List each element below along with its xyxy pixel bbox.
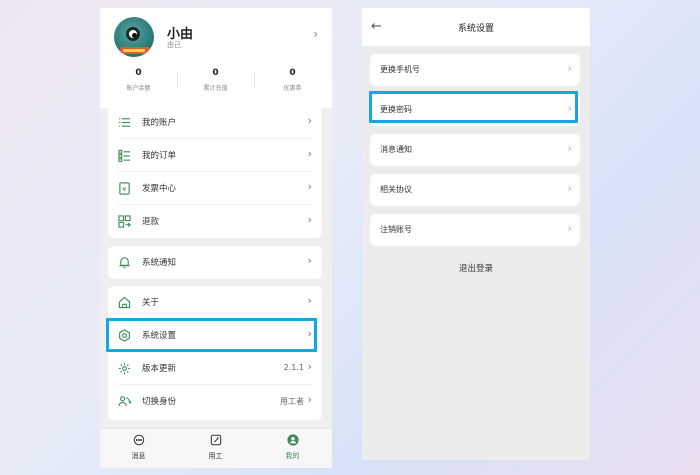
profile-screen: 小由 由己 › 0 账户余额 0 累计充值 0 优惠券 我的账户 › 我的订单 … bbox=[100, 8, 332, 468]
menu-item-system-settings[interactable]: 系统设置 › bbox=[108, 319, 322, 352]
tab-label: 消息 bbox=[131, 452, 146, 460]
nav-bar: ← 系统设置 bbox=[362, 8, 590, 46]
update-icon bbox=[118, 362, 131, 375]
setting-change-password[interactable]: 更换密码 › bbox=[370, 94, 580, 126]
menu-group-system: 关于 › 系统设置 › 版本更新 2.1.1 › 切换身份 用工者 › bbox=[108, 286, 322, 420]
invoice-icon: ¥ bbox=[119, 182, 130, 195]
menu-item-label: 版本更新 bbox=[142, 364, 177, 374]
menu-item-refund[interactable]: 退款 › bbox=[108, 205, 322, 238]
stat-value: 0 bbox=[135, 68, 142, 78]
chevron-right-icon: › bbox=[307, 213, 312, 226]
user-subtitle: 由己 bbox=[167, 41, 181, 49]
chevron-right-icon: › bbox=[567, 102, 572, 115]
logout-button[interactable]: 退出登录 bbox=[362, 262, 590, 274]
bottom-tab-bar: 消息 用工 我的 bbox=[100, 428, 332, 468]
switch-identity-icon bbox=[118, 396, 131, 407]
menu-item-label: 关于 bbox=[142, 298, 160, 308]
tab-mine[interactable]: 我的 bbox=[254, 434, 331, 461]
stat-coupons[interactable]: 0 优惠券 bbox=[254, 68, 331, 92]
setting-label: 更换手机号 bbox=[380, 65, 420, 74]
setting-label: 相关协议 bbox=[380, 185, 412, 194]
chevron-right-icon: › bbox=[307, 327, 312, 340]
identity-value: 用工者 bbox=[280, 397, 304, 406]
tab-messages[interactable]: 消息 bbox=[100, 434, 177, 461]
stat-value: 0 bbox=[289, 68, 296, 78]
menu-item-about[interactable]: 关于 › bbox=[108, 286, 322, 319]
menu-group-account: 我的账户 › 我的订单 › ¥ 发票中心 › 退款 › bbox=[108, 106, 322, 238]
menu-item-label: 退款 bbox=[142, 217, 160, 227]
stat-balance[interactable]: 0 账户余额 bbox=[100, 68, 177, 92]
stat-recharge[interactable]: 0 累计充值 bbox=[177, 68, 254, 92]
settings-icon bbox=[119, 329, 130, 342]
avatar[interactable] bbox=[114, 17, 154, 57]
list-icon bbox=[118, 118, 131, 127]
menu-item-system-notify[interactable]: 系统通知 › bbox=[108, 246, 322, 279]
setting-agreements[interactable]: 相关协议 › bbox=[370, 174, 580, 206]
message-icon bbox=[133, 434, 144, 446]
setting-label: 消息通知 bbox=[380, 145, 412, 154]
menu-group-notify: 系统通知 › bbox=[108, 246, 322, 279]
setting-change-phone[interactable]: 更换手机号 › bbox=[370, 54, 580, 86]
setting-message-notify[interactable]: 消息通知 › bbox=[370, 134, 580, 166]
user-icon bbox=[286, 434, 299, 446]
tab-employment[interactable]: 用工 bbox=[177, 434, 254, 461]
tab-label: 用工 bbox=[208, 452, 223, 460]
chevron-right-icon: › bbox=[567, 142, 572, 155]
svg-text:¥: ¥ bbox=[122, 185, 126, 193]
menu-item-invoice-center[interactable]: ¥ 发票中心 › bbox=[108, 172, 322, 205]
menu-item-label: 我的订单 bbox=[142, 151, 177, 161]
chevron-right-icon: › bbox=[307, 360, 312, 373]
chevron-right-icon: › bbox=[567, 62, 572, 75]
setting-delete-account[interactable]: 注销账号 › bbox=[370, 214, 580, 246]
menu-item-label: 系统设置 bbox=[142, 331, 177, 341]
stat-label: 优惠券 bbox=[283, 85, 302, 92]
menu-item-my-account[interactable]: 我的账户 › bbox=[108, 106, 322, 139]
menu-item-my-orders[interactable]: 我的订单 › bbox=[108, 139, 322, 172]
stat-value: 0 bbox=[212, 68, 219, 78]
chevron-right-icon: › bbox=[567, 182, 572, 195]
refund-icon bbox=[118, 215, 131, 228]
home-icon bbox=[118, 296, 131, 309]
system-settings-screen: ← 系统设置 更换手机号 › 更换密码 › 消息通知 › 相关协议 › 注销账号… bbox=[362, 8, 590, 460]
menu-item-label: 切换身份 bbox=[142, 397, 177, 407]
chevron-right-icon: › bbox=[307, 180, 312, 193]
chevron-right-icon: › bbox=[307, 254, 312, 267]
tab-label: 我的 bbox=[285, 452, 300, 460]
edit-icon bbox=[210, 434, 221, 446]
menu-item-label: 我的账户 bbox=[142, 118, 177, 128]
stat-label: 累计充值 bbox=[203, 85, 228, 92]
profile-chevron-icon[interactable]: › bbox=[313, 27, 318, 41]
chevron-right-icon: › bbox=[307, 114, 312, 127]
menu-item-switch-identity[interactable]: 切换身份 用工者 › bbox=[108, 385, 322, 418]
menu-item-version-update[interactable]: 版本更新 2.1.1 › bbox=[108, 352, 322, 385]
chevron-right-icon: › bbox=[567, 222, 572, 235]
order-list-icon bbox=[118, 149, 131, 162]
menu-item-label: 系统通知 bbox=[142, 258, 177, 268]
page-title: 系统设置 bbox=[457, 24, 494, 34]
bell-icon bbox=[119, 257, 130, 269]
setting-label: 注销账号 bbox=[380, 225, 412, 234]
profile-card: 小由 由己 › 0 账户余额 0 累计充值 0 优惠券 bbox=[100, 8, 332, 108]
menu-item-label: 发票中心 bbox=[142, 184, 177, 194]
setting-label: 更换密码 bbox=[380, 105, 412, 114]
chevron-right-icon: › bbox=[307, 294, 312, 307]
chevron-right-icon: › bbox=[307, 393, 312, 406]
version-value: 2.1.1 bbox=[283, 363, 304, 372]
stat-label: 账户余额 bbox=[126, 85, 151, 92]
chevron-right-icon: › bbox=[307, 147, 312, 160]
